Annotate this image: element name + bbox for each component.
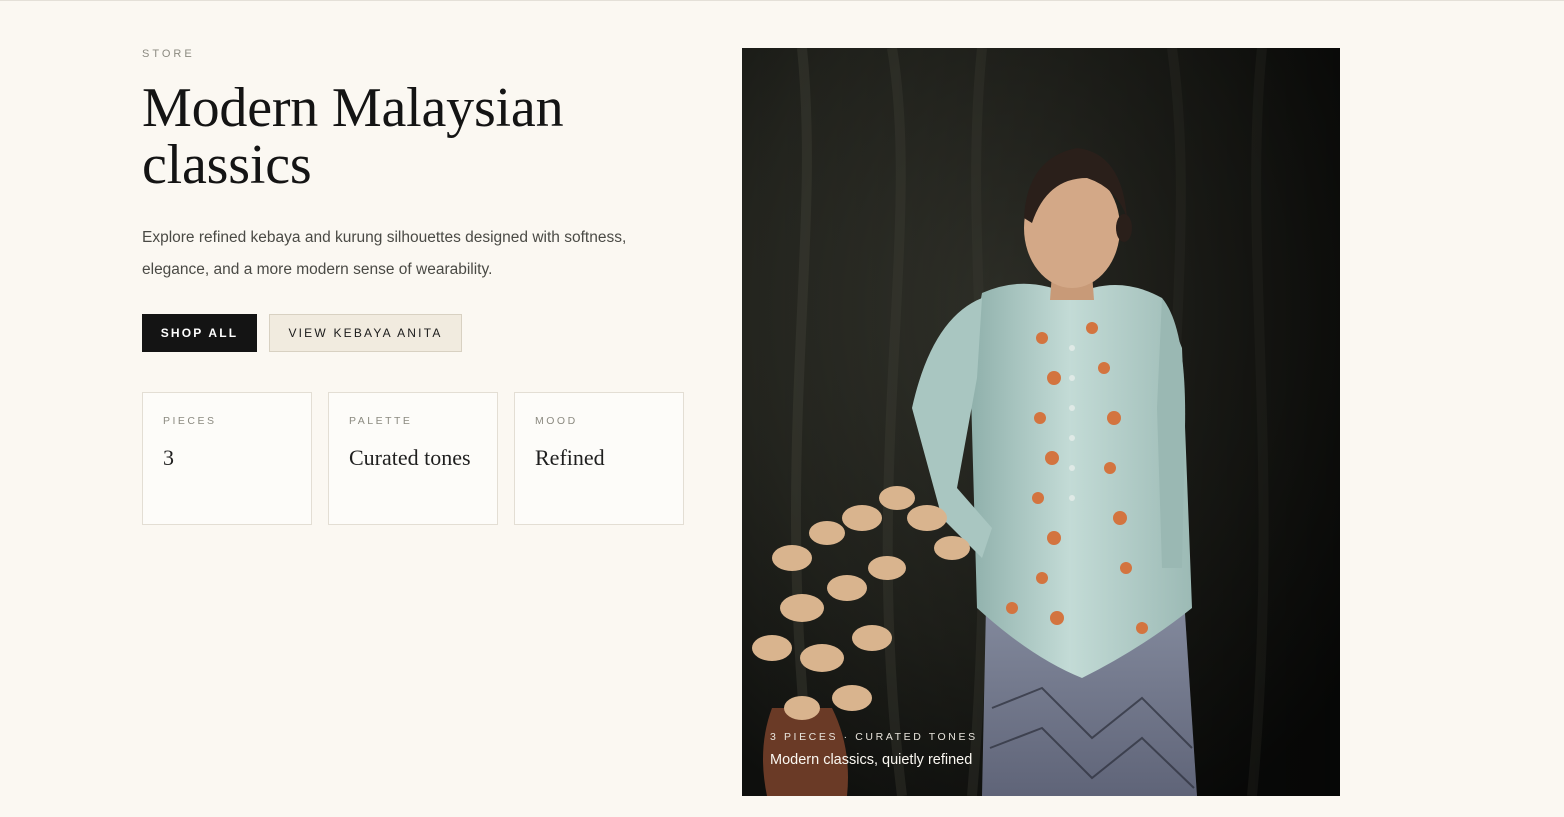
- image-caption: 3 PIECES · CURATED TONES Modern classics…: [770, 731, 978, 768]
- hero-buttons: SHOP ALL VIEW KEBAYA ANITA: [142, 314, 687, 352]
- stat-label: PALETTE: [349, 415, 413, 427]
- stat-value: Curated tones: [349, 445, 471, 470]
- stat-card-pieces: PIECES 3: [142, 392, 312, 525]
- stat-card-mood: MOOD Refined: [514, 392, 684, 525]
- stat-label: PIECES: [163, 415, 217, 427]
- stats-row: PIECES 3 PALETTE Curated tones MOOD Refi…: [142, 392, 687, 525]
- stat-card-palette: PALETTE Curated tones: [328, 392, 498, 525]
- stat-value: 3: [163, 445, 174, 470]
- top-divider: [0, 0, 1564, 1]
- stat-value: Refined: [535, 445, 605, 470]
- caption-eyebrow: 3 PIECES · CURATED TONES: [770, 731, 978, 743]
- caption-text: Modern classics, quietly refined: [770, 752, 973, 768]
- stat-label: MOOD: [535, 415, 578, 427]
- view-kebaya-anita-button[interactable]: VIEW KEBAYA ANITA: [269, 314, 462, 352]
- hero-text-panel: STORE Modern Malaysian classics Explore …: [142, 48, 687, 525]
- shop-all-button[interactable]: SHOP ALL: [142, 314, 257, 352]
- page-title: Modern Malaysian classics: [142, 77, 564, 196]
- hero-description: Explore refined kebaya and kurung silhou…: [142, 229, 627, 278]
- section-eyebrow: STORE: [142, 48, 195, 60]
- model-photo-illustration: [742, 48, 1340, 796]
- hero-image: 3 PIECES · CURATED TONES Modern classics…: [742, 48, 1340, 796]
